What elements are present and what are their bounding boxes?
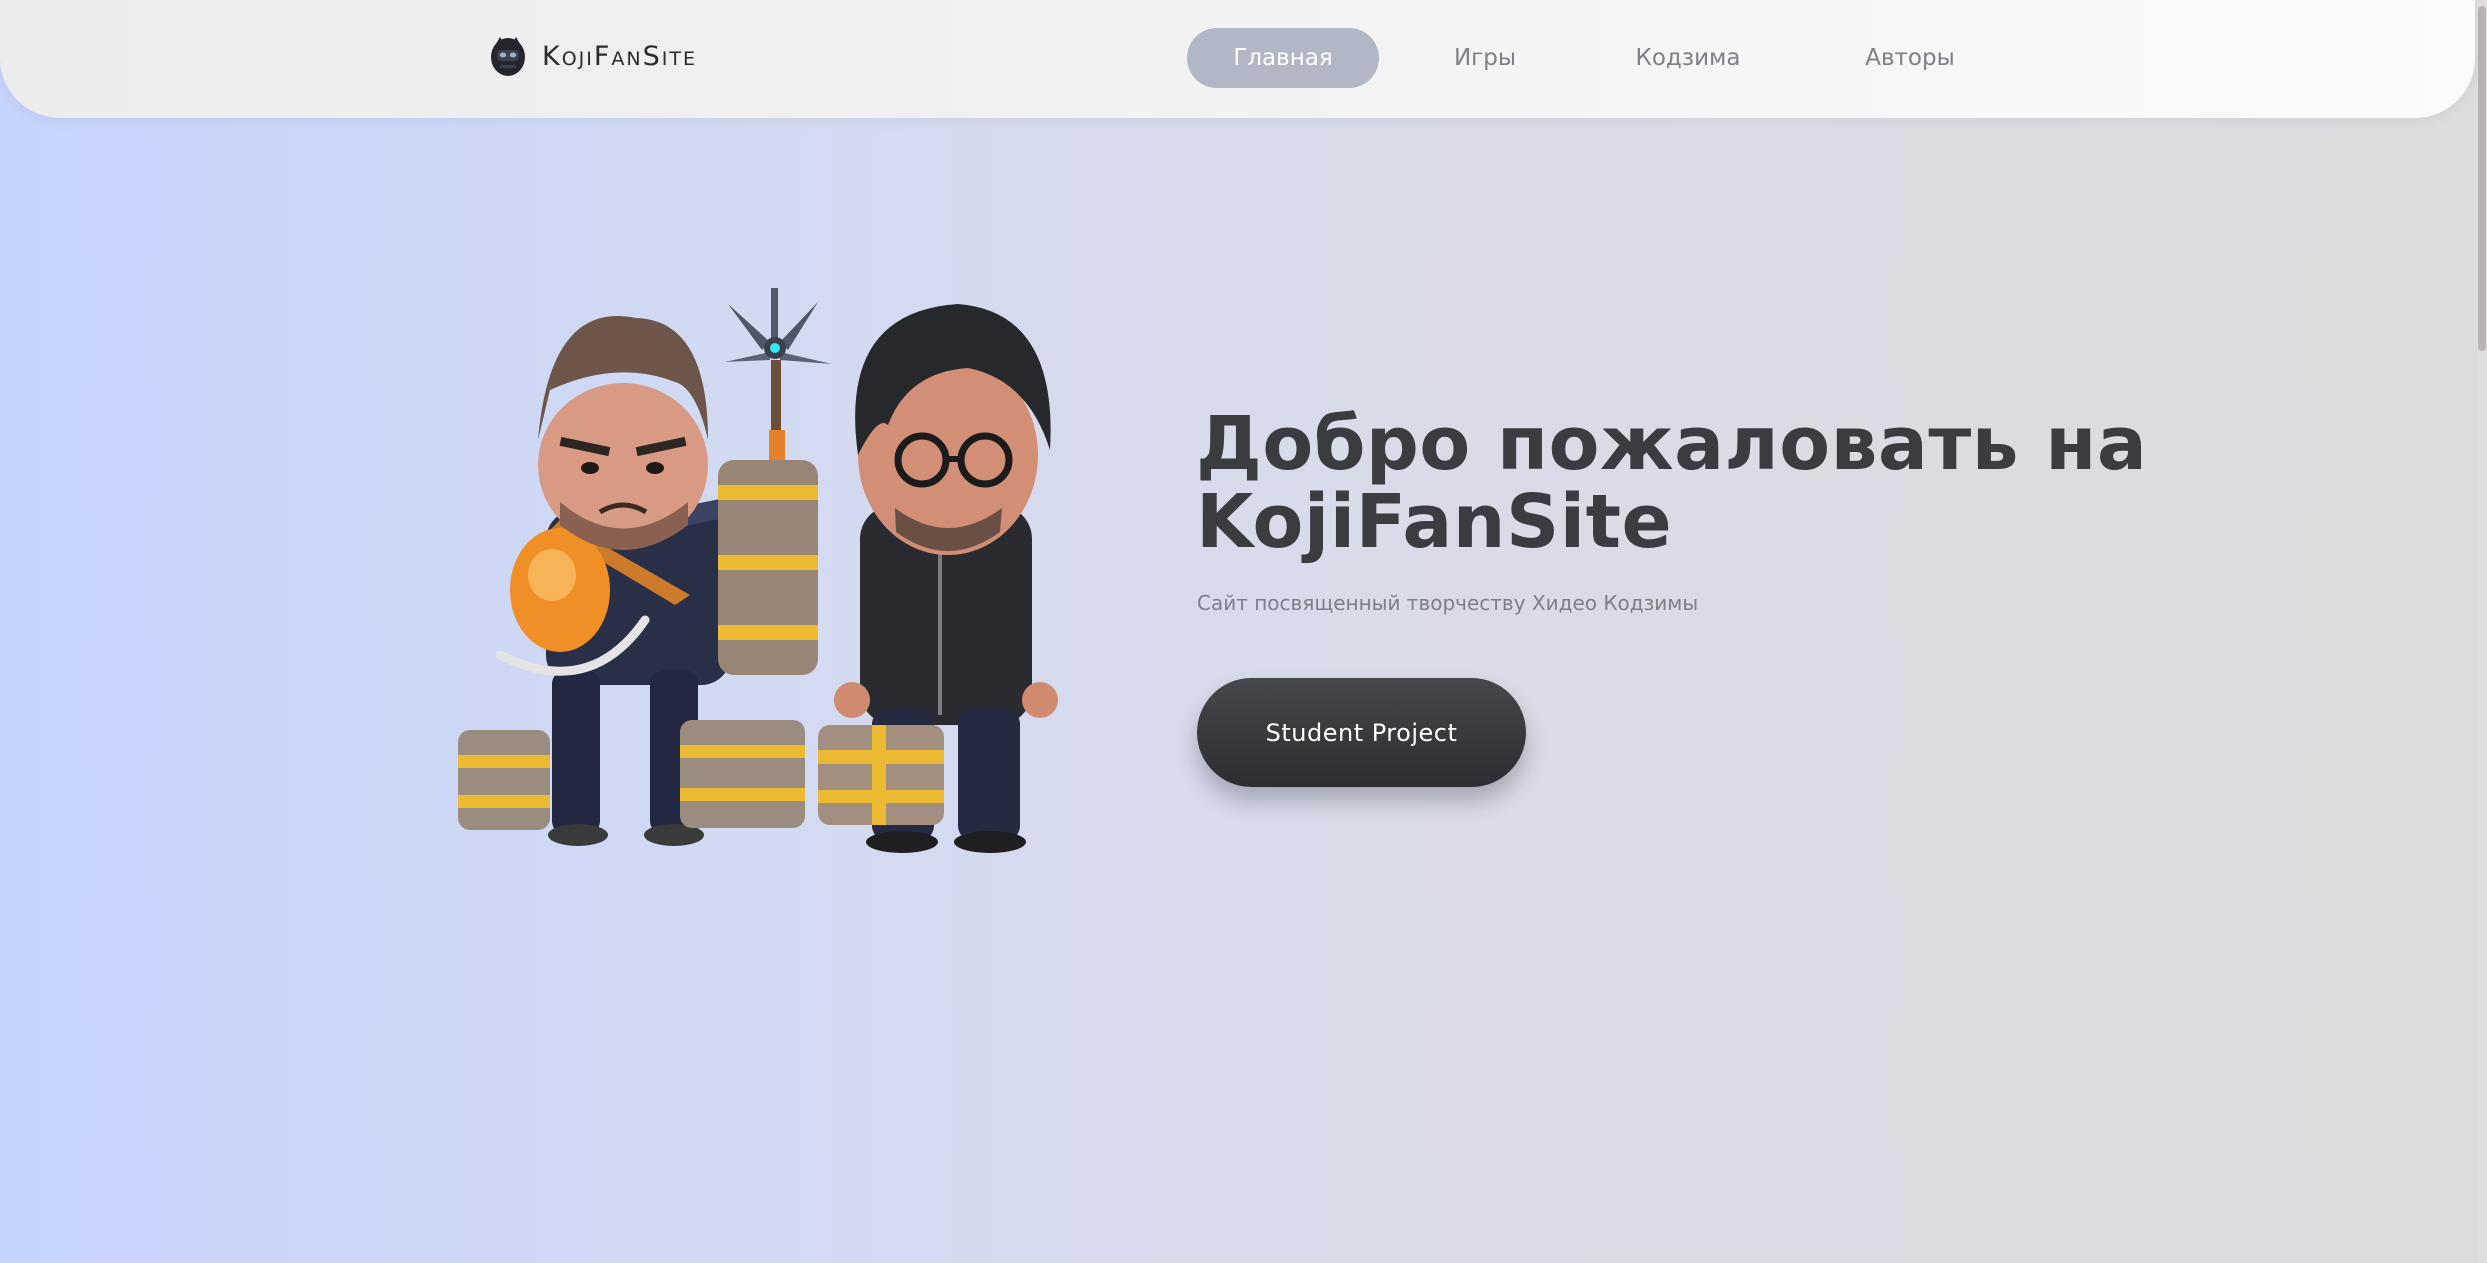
- hero-title-line-2: KojiFanSite: [1196, 479, 1673, 565]
- hero-title: Добро пожаловать на KojiFanSite: [1196, 405, 2196, 561]
- cargo-cases: [458, 720, 944, 830]
- nav-item-home[interactable]: Главная: [1187, 28, 1379, 88]
- nav-item-kojima[interactable]: Кодзима: [1613, 28, 1763, 88]
- hero-title-line-1: Добро пожаловать на: [1196, 401, 2148, 487]
- student-project-button[interactable]: Student Project: [1197, 678, 1526, 787]
- hero-illustration: [458, 288, 1058, 853]
- nav-item-authors[interactable]: Авторы: [1848, 28, 1972, 88]
- drone-figure: [725, 288, 832, 480]
- hero-subtitle: Сайт посвященный творчеству Хидео Кодзим…: [1197, 591, 1699, 615]
- site-logo[interactable]: KojiFanSite: [488, 34, 697, 78]
- scrollbar-thumb[interactable]: [2478, 6, 2486, 351]
- site-header: KojiFanSite Главная Игры Кодзима Авторы: [0, 0, 2475, 118]
- nav-item-games[interactable]: Игры: [1430, 28, 1540, 88]
- scrollbar-track[interactable]: [2477, 0, 2487, 1263]
- masked-head-logo-icon: [491, 37, 525, 76]
- logo-text: KojiFanSite: [542, 40, 697, 72]
